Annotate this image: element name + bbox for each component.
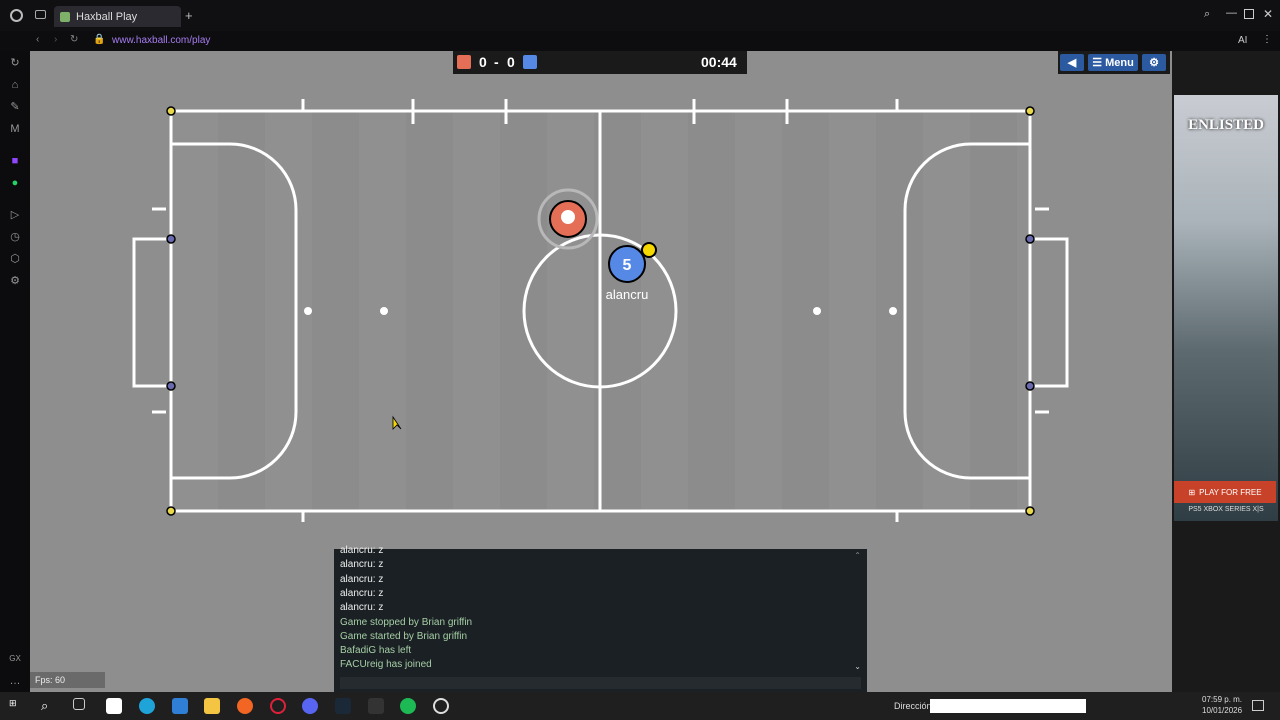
reload-icon[interactable]: ↻: [70, 34, 78, 45]
settings-button[interactable]: ⚙: [1142, 54, 1166, 71]
play-for-free-button[interactable]: ⊞ PLAY FOR FREE: [1174, 481, 1276, 503]
edge-icon[interactable]: [139, 698, 155, 714]
mail-icon[interactable]: [172, 698, 188, 714]
play-for-free-label: PLAY FOR FREE: [1199, 487, 1262, 497]
windows-icon: ⊞: [1188, 487, 1196, 497]
windows-taskbar: ⊞ ⌕ Dirección 07:59 p. m. 10/01/2026: [0, 692, 1280, 720]
more-icon[interactable]: ⋮: [1262, 34, 1272, 45]
browser-logo-icon[interactable]: [10, 9, 23, 22]
chat-line: alancru: z: [340, 602, 384, 614]
browser-sidebar: ↻ ⌂ ✎ M ■ ● ▷ ◷ ⬡ ⚙ GX …: [0, 51, 30, 692]
forward-icon[interactable]: ›: [54, 34, 57, 45]
chat-line: FACUreig has joined: [340, 659, 432, 671]
play-icon[interactable]: ▷: [9, 209, 21, 221]
ad-brand: ENLISTED: [1188, 117, 1264, 133]
clock-icon[interactable]: ◷: [9, 231, 21, 243]
ad-panel[interactable]: ENLISTED ⊞ PLAY FOR FREE PS5 XBOX SERIES…: [1172, 51, 1280, 692]
url-text[interactable]: www.haxball.com/play: [112, 35, 210, 46]
settings-icon[interactable]: ⚙: [9, 275, 21, 287]
twitch-icon[interactable]: ■: [9, 155, 21, 167]
chat-scroll-down-icon[interactable]: ⌄: [854, 662, 861, 671]
steam-icon[interactable]: [335, 698, 351, 714]
minimize-icon[interactable]: —: [1226, 7, 1237, 19]
tab-title: Haxball Play: [76, 10, 138, 23]
chat-line: alancru: z: [340, 587, 384, 599]
search-icon[interactable]: ⌕: [1204, 8, 1210, 21]
blue-score: 0: [507, 54, 515, 70]
back-button[interactable]: ◀: [1060, 54, 1084, 71]
menu-bar: ◀ ☰ Menu ⚙: [1058, 51, 1170, 74]
bag-icon[interactable]: ⌂: [9, 79, 21, 91]
tabs-menu-icon[interactable]: [35, 10, 46, 19]
menu-button[interactable]: ☰ Menu: [1088, 54, 1138, 71]
edit-icon[interactable]: ✎: [9, 101, 21, 113]
search-taskbar-icon[interactable]: ⌕: [41, 698, 57, 714]
ai-button[interactable]: AI: [1238, 35, 1247, 46]
blue-player-name: alancru: [606, 287, 649, 302]
lock-icon: 🔒: [93, 34, 106, 45]
time-display[interactable]: 07:59 p. m.: [1202, 695, 1242, 704]
windows-start-icon[interactable]: ⊞: [9, 698, 25, 714]
address-input[interactable]: [930, 699, 1086, 713]
chat-line: Game stopped by Brian griffin: [340, 616, 473, 628]
address-bar: ‹ › ↻ 🔒 www.haxball.com/play AI ⋮: [0, 31, 1280, 51]
match-timer: 00:44: [701, 54, 737, 70]
origin-icon[interactable]: [237, 698, 253, 714]
spotify-icon[interactable]: [400, 698, 416, 714]
m-icon[interactable]: M: [9, 123, 21, 135]
notification-icon[interactable]: [1252, 700, 1264, 711]
store-icon[interactable]: [106, 698, 122, 714]
ball: [641, 242, 657, 258]
red-team-swatch: [457, 55, 471, 69]
maximize-icon[interactable]: [1244, 9, 1254, 19]
folder-icon[interactable]: [204, 698, 220, 714]
chat-line: alancru: z: [340, 573, 384, 585]
close-icon[interactable]: ✕: [1263, 7, 1273, 21]
score-bar: 0 - 0 00:44: [453, 51, 747, 74]
chat-panel[interactable]: alancru: z alancru: z alancru: z alancru: z…: [334, 545, 867, 692]
score-separator: -: [494, 54, 499, 70]
chat-input[interactable]: [340, 677, 861, 689]
address-label: Dirección: [894, 701, 932, 711]
chat-line: alancru: z: [340, 545, 384, 556]
chat-line: alancru: z: [340, 559, 384, 571]
date-display[interactable]: 10/01/2026: [1202, 706, 1242, 715]
epic-icon[interactable]: [368, 698, 384, 714]
red-score: 0: [479, 54, 487, 70]
chat-scroll-up-icon[interactable]: ⌃: [854, 551, 861, 560]
gx-icon[interactable]: GX: [9, 653, 21, 665]
red-player-avatar-icon: [561, 210, 575, 224]
chrome-icon[interactable]: [433, 698, 449, 714]
blue-team-swatch: [523, 55, 537, 69]
haxball-favicon-icon: [60, 11, 70, 22]
refresh-icon[interactable]: ↻: [9, 57, 21, 69]
new-tab-icon[interactable]: +: [185, 8, 193, 23]
whatsapp-icon[interactable]: ●: [9, 177, 21, 189]
back-icon[interactable]: ‹: [36, 34, 39, 45]
menu-label: Menu: [1105, 56, 1134, 69]
ad-platforms: PS5 XBOX SERIES X|S: [1188, 506, 1264, 513]
blue-player-number: 5: [623, 257, 632, 274]
browser-titlebar: Haxball Play + ⌕ — ✕: [0, 0, 1280, 31]
ad-image[interactable]: ENLISTED: [1174, 95, 1278, 521]
opera-gx-icon[interactable]: [270, 698, 286, 714]
task-view-icon[interactable]: [73, 698, 85, 710]
chat-line: Game started by Brian griffin: [340, 630, 468, 642]
cube-icon[interactable]: ⬡: [9, 253, 21, 265]
more-dots-icon[interactable]: …: [9, 675, 21, 687]
tab-haxball[interactable]: Haxball Play: [54, 6, 181, 27]
discord-icon[interactable]: [302, 698, 318, 714]
menu-icon: ☰: [1092, 57, 1103, 69]
chat-line: BafadiG has left: [340, 645, 412, 657]
fps-counter: Fps: 60: [30, 672, 105, 688]
